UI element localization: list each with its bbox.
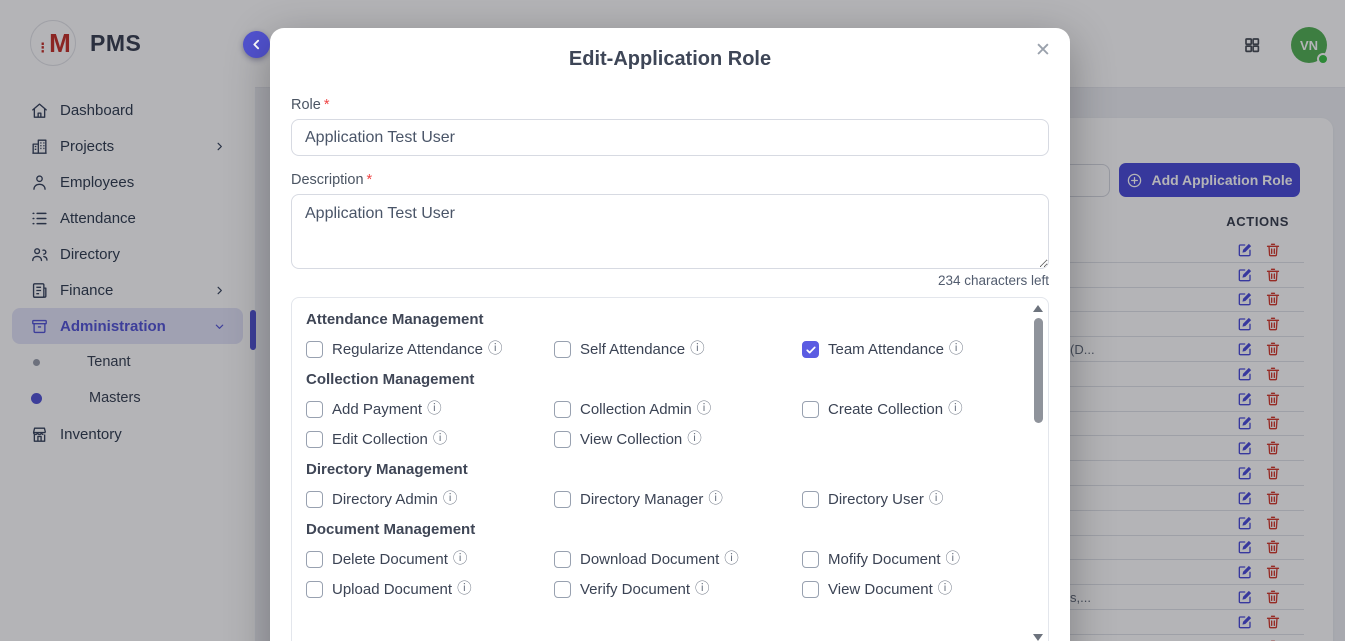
permission-label: Directory Admin — [332, 491, 438, 508]
permission-group: Document ManagementDelete DocumentⓘDownl… — [306, 521, 1014, 598]
checkbox[interactable] — [554, 401, 571, 418]
info-icon[interactable]: ⓘ — [687, 432, 702, 447]
checkbox[interactable] — [802, 341, 819, 358]
required-asterisk: * — [324, 97, 330, 113]
info-icon[interactable]: ⓘ — [695, 582, 710, 597]
permission-group-title: Attendance Management — [306, 311, 1014, 328]
permission-checkbox-item[interactable]: Team Attendance ⓘ — [802, 341, 1014, 358]
permission-checkbox-item[interactable]: Create Collection ⓘ — [802, 401, 1014, 418]
permission-label: Edit Collection — [332, 431, 428, 448]
permission-checkbox-item[interactable]: Collection Admin ⓘ — [554, 401, 802, 418]
description-textarea[interactable] — [291, 194, 1049, 269]
info-icon[interactable]: ⓘ — [443, 492, 458, 507]
info-icon[interactable]: ⓘ — [929, 492, 944, 507]
checkbox[interactable] — [554, 491, 571, 508]
chevron-left-icon — [250, 38, 263, 51]
edit-application-role-modal: Edit-Application Role ✕ Role* Descriptio… — [270, 28, 1070, 641]
permissions-panel: Attendance Management Regularize Attendan… — [291, 297, 1049, 641]
permission-checkbox-item[interactable]: Directory Manager ⓘ — [554, 491, 802, 508]
checkbox[interactable] — [306, 581, 323, 598]
permission-label: Download Document — [580, 551, 719, 568]
permission-label: Verify Document — [580, 581, 690, 598]
permission-checkbox-item[interactable]: View Collection ⓘ — [554, 431, 802, 448]
permission-checkbox-item[interactable]: Directory Admin ⓘ — [306, 491, 554, 508]
permission-label: Mofify Document — [828, 551, 941, 568]
info-icon[interactable]: ⓘ — [433, 432, 448, 447]
permission-label: View Document — [828, 581, 933, 598]
info-icon[interactable]: ⓘ — [949, 342, 964, 357]
checkbox[interactable] — [802, 551, 819, 568]
checkbox[interactable] — [554, 431, 571, 448]
permission-checkbox-item[interactable]: Directory User ⓘ — [802, 491, 1014, 508]
scroll-up-icon[interactable] — [1033, 305, 1043, 312]
info-icon[interactable]: ⓘ — [427, 402, 442, 417]
permission-checkbox-item[interactable]: Delete Document ⓘ — [306, 551, 554, 568]
info-icon[interactable]: ⓘ — [724, 552, 739, 567]
info-icon[interactable]: ⓘ — [697, 402, 712, 417]
info-icon[interactable]: ⓘ — [946, 552, 961, 567]
permission-checkbox-item[interactable]: View Document ⓘ — [802, 581, 1014, 598]
permission-checkbox-item[interactable]: Self Attendance ⓘ — [554, 341, 802, 358]
checkbox[interactable] — [554, 551, 571, 568]
permission-group-title: Collection Management — [306, 371, 1014, 388]
permission-group-title: Directory Management — [306, 461, 1014, 478]
checkbox[interactable] — [306, 491, 323, 508]
close-icon[interactable]: ✕ — [1031, 39, 1055, 63]
info-icon[interactable]: ⓘ — [708, 492, 723, 507]
permission-label: Directory User — [828, 491, 924, 508]
info-icon[interactable]: ⓘ — [488, 342, 503, 357]
role-input[interactable] — [291, 119, 1049, 156]
permission-groups: Attendance Management Regularize Attendan… — [306, 311, 1014, 598]
permission-label: Regularize Attendance — [332, 341, 483, 358]
permission-checkbox-item[interactable]: Upload Document ⓘ — [306, 581, 554, 598]
checkbox[interactable] — [554, 581, 571, 598]
info-icon[interactable]: ⓘ — [690, 342, 705, 357]
permission-label: Delete Document — [332, 551, 448, 568]
characters-left-counter: 234 characters left — [291, 273, 1049, 288]
scrollbar-thumb[interactable] — [1034, 318, 1043, 423]
required-asterisk: * — [367, 172, 373, 188]
sidebar-collapse-button[interactable] — [243, 31, 270, 58]
checkbox[interactable] — [306, 551, 323, 568]
permission-label: View Collection — [580, 431, 682, 448]
permission-checkbox-item[interactable]: Edit Collection ⓘ — [306, 431, 554, 448]
info-icon[interactable]: ⓘ — [948, 402, 963, 417]
permission-label: Create Collection — [828, 401, 943, 418]
checkbox[interactable] — [802, 401, 819, 418]
permission-label: Self Attendance — [580, 341, 685, 358]
permission-checkbox-item[interactable]: Download Document ⓘ — [554, 551, 802, 568]
permission-checkbox-item[interactable]: Verify Document ⓘ — [554, 581, 802, 598]
checkbox[interactable] — [802, 581, 819, 598]
permissions-scrollbar[interactable] — [1031, 301, 1045, 641]
permission-group-title: Document Management — [306, 521, 1014, 538]
checkbox[interactable] — [306, 431, 323, 448]
permission-label: Collection Admin — [580, 401, 692, 418]
role-field-label: Role* — [291, 97, 1049, 113]
permission-label: Upload Document — [332, 581, 452, 598]
scroll-down-icon[interactable] — [1033, 634, 1043, 641]
permission-label: Directory Manager — [580, 491, 703, 508]
permission-group: Directory ManagementDirectory AdminⓘDire… — [306, 461, 1014, 508]
permission-group: Collection ManagementAdd PaymentⓘCollect… — [306, 371, 1014, 448]
permission-checkbox-item[interactable]: Mofify Document ⓘ — [802, 551, 1014, 568]
checkbox[interactable] — [306, 401, 323, 418]
permission-checkbox-item[interactable]: Regularize Attendance ⓘ — [306, 341, 554, 358]
description-field-label: Description* — [291, 172, 1049, 188]
modal-title: Edit-Application Role — [270, 28, 1070, 71]
checkbox[interactable] — [802, 491, 819, 508]
checkbox[interactable] — [306, 341, 323, 358]
checkbox[interactable] — [554, 341, 571, 358]
info-icon[interactable]: ⓘ — [938, 582, 953, 597]
permission-checkbox-item[interactable]: Add Payment ⓘ — [306, 401, 554, 418]
permission-label: Add Payment — [332, 401, 422, 418]
permission-group: Attendance Management Regularize Attendan… — [306, 311, 1014, 358]
info-icon[interactable]: ⓘ — [453, 552, 468, 567]
permission-label: Team Attendance — [828, 341, 944, 358]
info-icon[interactable]: ⓘ — [457, 582, 472, 597]
